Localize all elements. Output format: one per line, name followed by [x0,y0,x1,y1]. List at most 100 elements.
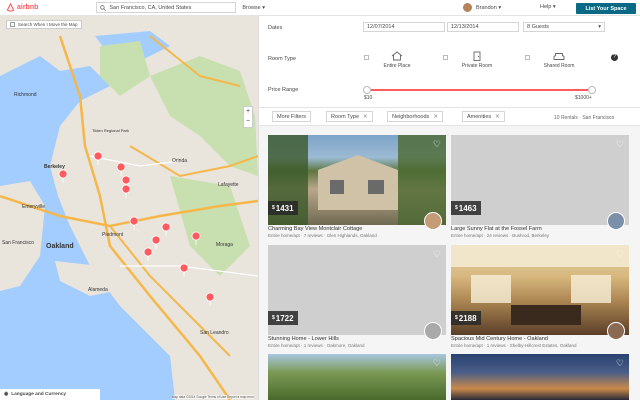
listing-title[interactable]: Spacious Mid Century Home - Oakland [451,336,548,342]
amenities-chip-label: Amenities [467,113,492,120]
shared-room-checkbox[interactable] [525,55,530,60]
listing-pin[interactable] [205,292,215,307]
price-badge: $1463 [451,201,481,215]
listing-title[interactable]: Stunning Home - Lower Hills [268,336,339,342]
entire-place-label: Entire Place [383,63,411,69]
checkin-value: 12/07/2014 [367,24,395,30]
chevron-down-icon: ▾ [262,4,266,11]
map-credit: Map data ©2014 Google Terms of Use Repor… [171,395,254,399]
listing-title[interactable]: Large Sunny Flat at the Fossel Farm [451,226,542,232]
listing-pin[interactable] [93,151,103,166]
search-when-move-toggle[interactable]: Search When I Move the Map [6,20,82,29]
listing-title[interactable]: Charming Bay View Montclair Cottage [268,226,362,232]
heart-icon[interactable]: ♡ [616,250,624,259]
private-room-checkbox[interactable] [443,55,448,60]
price-slider-max-handle[interactable] [588,86,596,94]
listing-pin[interactable] [143,247,153,262]
listing-pin[interactable] [121,184,131,199]
heart-icon[interactable]: ♡ [433,250,441,259]
browse-menu[interactable]: Browse ▾ [242,5,265,11]
zoom-in-button[interactable]: + [244,107,252,117]
checkin-input[interactable]: 12/07/2014 [363,22,445,32]
map-canvas[interactable]: Richmond Berkeley Orinda Lafayette Emery… [0,16,258,400]
room-type-chip[interactable]: Room Type ✕ [326,111,373,122]
airbnb-logo[interactable]: airbnb [6,3,38,12]
dates-label: Dates [268,25,283,31]
map-label-lafayette: Lafayette [218,182,239,188]
zoom-out-button[interactable]: − [244,117,252,127]
neighborhoods-chip[interactable]: Neighborhoods ✕ [387,111,443,122]
park-area [150,56,258,176]
listing-photo[interactable]: ♡ [268,354,446,400]
couch-icon [553,53,565,60]
listing-pin[interactable] [179,263,189,278]
host-avatar[interactable] [607,212,625,230]
price-badge: $1722 [268,311,298,325]
price-slider-track[interactable] [367,89,592,91]
map-label-alameda: Alameda [88,287,108,293]
host-avatar[interactable] [607,322,625,340]
map-label-emeryville: Emeryville [22,204,45,210]
amenities-chip[interactable]: Amenities ✕ [462,111,505,122]
filters-section: Dates 12/07/2014 12/13/2014 8 Guests ▾ Ro… [259,16,640,108]
more-filters-label: More Filters [277,113,307,120]
close-icon[interactable]: ✕ [363,114,368,120]
checkbox[interactable] [10,22,15,27]
host-avatar[interactable] [424,212,442,230]
location-search-input[interactable]: San Francisco, CA, United States [96,2,237,13]
more-filters-button[interactable]: More Filters [272,111,312,122]
price-value: 2188 [458,313,477,323]
close-icon[interactable]: ✕ [433,114,438,120]
chevron-down-icon: ▾ [552,4,556,10]
search-when-move-label: Search When I Move the Map [18,22,78,27]
map-label-moraga: Moraga [216,242,233,248]
language-currency-button[interactable]: ◉ Language and Currency [0,389,100,400]
heart-icon[interactable]: ♡ [433,359,441,368]
heart-icon[interactable]: ♡ [616,359,624,368]
listing-pin[interactable] [161,222,171,237]
zoom-control[interactable]: + − [243,106,253,128]
browse-label: Browse [242,4,261,11]
price-value: 1722 [275,313,294,323]
chevron-down-icon: ▾ [598,24,601,30]
list-your-space-button[interactable]: List Your Space [576,3,636,14]
user-menu[interactable]: Brandon ▾ [463,3,501,12]
map-label-oakland: Oakland [46,243,74,250]
price-slider-min-handle[interactable] [363,86,371,94]
neighborhoods-chip-label: Neighborhoods [392,113,430,120]
room-type-shared-room[interactable]: Shared Room [539,51,579,69]
listing-pin[interactable] [58,169,68,184]
shared-room-label: Shared Room [543,63,575,69]
map-panel[interactable]: Richmond Berkeley Orinda Lafayette Emery… [0,16,258,400]
checkout-input[interactable]: 12/13/2014 [447,22,519,32]
park-area [170,176,250,276]
room-type-private-room[interactable]: Private Room [457,51,497,69]
map-label-san-leandro: San Leandro [200,330,229,336]
host-avatar[interactable] [424,322,442,340]
listing-subtitle: Entire home/apt · 24 reviews · Bushrod, … [451,233,550,238]
room-type-entire-place[interactable]: Entire Place [377,51,417,69]
help-menu[interactable]: Help ▾ [540,4,556,10]
price-badge: $1431 [268,201,298,215]
map-label-piedmont: Piedmont [102,232,124,238]
room-type-chip-label: Room Type [331,113,360,120]
currency-symbol: $ [272,205,275,211]
help-icon[interactable]: ? [611,54,618,61]
room-type-label: Room Type [268,56,297,62]
heart-icon[interactable]: ♡ [433,140,441,149]
map-label-tilden: Tilden Regional Park [92,128,129,133]
listing-photo[interactable]: ♡ [451,354,629,400]
logo-text: airbnb [17,4,39,11]
guests-select[interactable]: 8 Guests ▾ [523,22,605,32]
door-icon [473,51,481,61]
listing-pin[interactable] [116,162,126,177]
results-panel: Dates 12/07/2014 12/13/2014 8 Guests ▾ Ro… [258,16,640,400]
close-icon[interactable]: ✕ [495,114,500,120]
listing-pin[interactable] [129,216,139,231]
listing-pin[interactable] [151,235,161,250]
entire-place-checkbox[interactable] [364,55,369,60]
price-value: 1431 [275,203,294,213]
currency-symbol: $ [455,315,458,321]
guests-value: 8 Guests [527,24,550,30]
heart-icon[interactable]: ♡ [616,140,624,149]
